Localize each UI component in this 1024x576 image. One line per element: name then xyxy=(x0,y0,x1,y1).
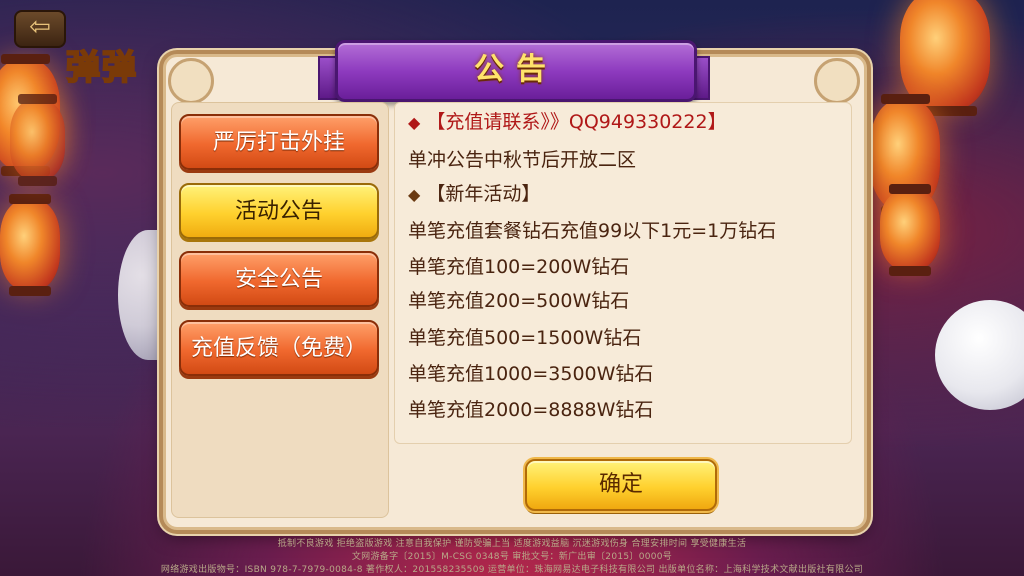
game-logo: 弹弹 xyxy=(65,47,138,89)
tab-security-notice[interactable]: 安全公告 xyxy=(179,251,379,307)
footer-line: 文网游备字〔2015〕M-CSG 0348号 审批文号：新广出审〔2015〕00… xyxy=(351,552,673,562)
notice-line: 单笔充值500=1500W钻石 xyxy=(408,327,642,349)
tab-event-notice[interactable]: 活动公告 xyxy=(179,183,379,239)
notice-line: 单冲公告中秋节后开放二区 xyxy=(408,149,637,171)
notice-line: 单笔充值1000=3500W钻石 xyxy=(408,363,654,385)
notice-line: 单笔充值套餐钻石充值99以下1元=1万钻石 xyxy=(408,220,777,242)
notice-line: 单笔充值200=500W钻石 xyxy=(408,290,630,312)
notice-content[interactable]: ◆ 【充值请联系》》QQ949330222】 单冲公告中秋节后开放二区 ◆ 【新… xyxy=(394,102,852,444)
moon-decoration xyxy=(935,300,1024,410)
tab-anti-cheat[interactable]: 严厉打击外挂 xyxy=(179,114,379,170)
tab-recharge-feedback[interactable]: 充值反馈（免费） xyxy=(179,320,379,376)
back-arrow-icon: ⇦ xyxy=(29,12,51,42)
notice-line: ◆ 【充值请联系》》QQ949330222】 xyxy=(408,111,727,133)
lantern-decoration xyxy=(0,194,60,296)
lantern-decoration xyxy=(880,184,940,276)
diamond-bullet-icon: ◆ xyxy=(408,185,421,204)
notice-line: ◆ 【新年活动】 xyxy=(408,183,541,205)
notice-line: 单笔充值2000=8888W钻石 xyxy=(408,399,654,421)
confirm-button[interactable]: 确定 xyxy=(525,459,717,511)
lantern-decoration xyxy=(10,94,65,186)
footer-line: 抵制不良游戏 拒绝盗版游戏 注意自我保护 谨防受骗上当 适度游戏益脑 沉迷游戏伤… xyxy=(277,539,747,549)
corner-ornament-icon xyxy=(168,58,214,104)
footer-line: 网络游戏出版物号：ISBN 978-7-7979-0084-8 著作权人：201… xyxy=(160,565,864,575)
notice-line: 单笔充值100=200W钻石 xyxy=(408,256,630,278)
diamond-bullet-icon: ◆ xyxy=(408,113,421,132)
back-button[interactable]: ⇦ xyxy=(14,10,66,48)
corner-ornament-icon xyxy=(814,58,860,104)
dialog-title: 公告 xyxy=(335,40,697,102)
